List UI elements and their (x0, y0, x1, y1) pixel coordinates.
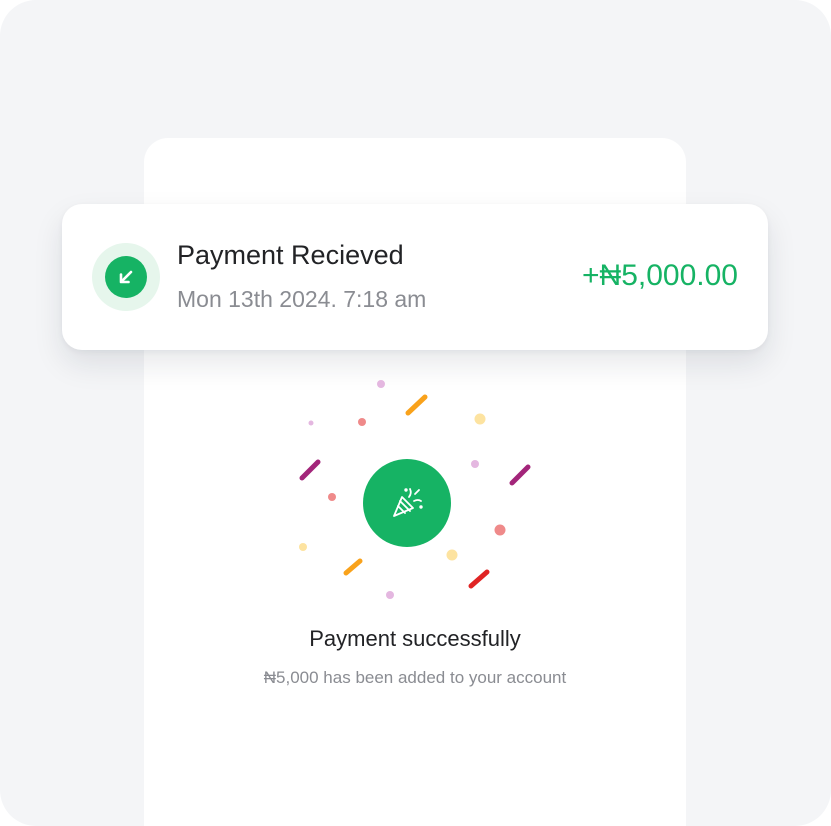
confetti-dot (386, 591, 394, 599)
confetti-dot (299, 543, 307, 551)
notification-date: Mon 13th 2024. 7:18 am (177, 286, 427, 312)
confetti-dot (471, 460, 479, 468)
confetti-streamer (343, 558, 363, 576)
payment-notification-card[interactable]: Payment Recieved Mon 13th 2024. 7:18 am … (62, 204, 768, 350)
confetti-streamer (405, 394, 428, 416)
notification-title: Payment Recieved (177, 240, 404, 270)
confetti-dot (377, 380, 385, 388)
confetti-dot (474, 413, 486, 425)
success-title: Payment successfully (309, 626, 521, 651)
confetti-dot (494, 524, 506, 536)
confetti-streamer (299, 459, 321, 481)
confetti-dot (308, 420, 314, 426)
success-subtitle: ₦5,000 has been added to your account (263, 668, 567, 687)
confetti-dot (358, 418, 366, 426)
confetti-streamer (468, 569, 490, 589)
confetti-dot (328, 493, 336, 501)
confetti-dot (446, 549, 458, 561)
notification-amount: +₦5,000.00 (582, 259, 738, 292)
incoming-payment-badge (92, 243, 160, 311)
confetti-celebration (299, 380, 531, 599)
confetti-streamer (509, 464, 531, 486)
screen-background: Payment Recieved Mon 13th 2024. 7:18 am … (0, 0, 831, 826)
arrow-down-left-icon (105, 256, 147, 298)
